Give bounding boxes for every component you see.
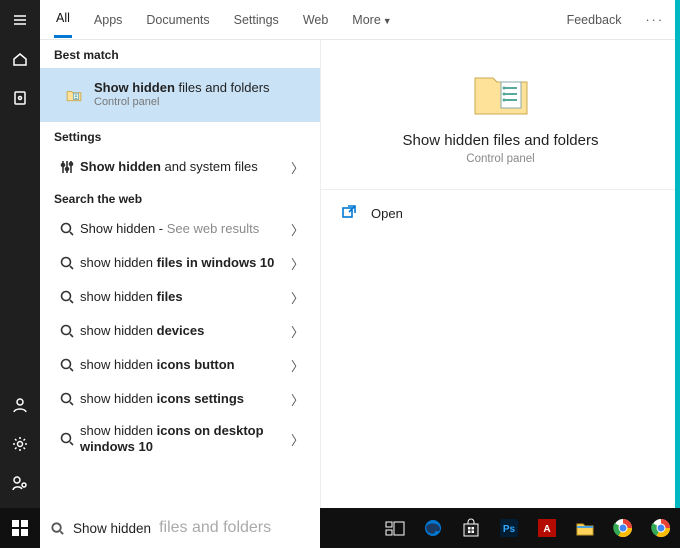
feedback-link[interactable]: Feedback — [565, 3, 624, 37]
photoshop-icon[interactable]: Ps — [490, 508, 528, 548]
chevron-right-icon[interactable]: 〉 — [285, 254, 310, 273]
preview-subtitle: Control panel — [337, 153, 664, 165]
svg-text:A: A — [543, 524, 550, 535]
search-icon — [54, 431, 80, 447]
result-web-4[interactable]: show hidden icons button 〉 — [40, 348, 320, 382]
preview-folder-icon — [337, 66, 664, 118]
section-settings: Settings — [40, 122, 320, 150]
open-icon — [341, 204, 357, 223]
preview-title: Show hidden files and folders — [337, 132, 664, 149]
tab-apps[interactable]: Apps — [92, 3, 125, 37]
power-icon[interactable] — [12, 475, 28, 496]
chevron-right-icon[interactable]: 〉 — [285, 356, 310, 375]
result-web-0[interactable]: Show hidden - See web results 〉 — [40, 212, 320, 246]
acrobat-icon[interactable]: A — [528, 508, 566, 548]
result-web-1[interactable]: show hidden files in windows 10 〉 — [40, 246, 320, 280]
tab-settings[interactable]: Settings — [232, 3, 281, 37]
svg-text:Ps: Ps — [503, 524, 516, 535]
result-web-2[interactable]: show hidden files 〉 — [40, 280, 320, 314]
folder-settings-icon — [54, 87, 94, 103]
result-web-6[interactable]: show hidden icons on desktop windows 10 … — [40, 416, 320, 463]
result-web-3[interactable]: show hidden devices 〉 — [40, 314, 320, 348]
search-tabs: All Apps Documents Settings Web More▼ Fe… — [40, 0, 680, 40]
account-icon[interactable] — [12, 397, 28, 418]
chevron-right-icon[interactable]: 〉 — [285, 430, 310, 449]
search-icon — [54, 255, 80, 271]
explorer-icon[interactable] — [566, 508, 604, 548]
search-typed-text: Show hidden — [73, 521, 151, 536]
section-web: Search the web — [40, 184, 320, 212]
search-icon — [54, 221, 80, 237]
result-best-match[interactable]: Show hidden files and folders Control pa… — [40, 68, 320, 122]
chrome-icon-2[interactable] — [642, 508, 680, 548]
tab-more[interactable]: More▼ — [350, 3, 393, 37]
search-icon — [54, 289, 80, 305]
sliders-icon — [54, 159, 80, 175]
chrome-icon-1[interactable] — [604, 508, 642, 548]
tab-documents[interactable]: Documents — [144, 3, 211, 37]
search-icon — [54, 391, 80, 407]
window-edge — [675, 0, 680, 508]
hamburger-icon[interactable] — [12, 12, 28, 33]
chevron-right-icon[interactable]: 〉 — [285, 220, 310, 239]
result-web-5[interactable]: show hidden icons settings 〉 — [40, 382, 320, 416]
store-icon[interactable] — [452, 508, 490, 548]
chevron-right-icon[interactable]: 〉 — [285, 288, 310, 307]
search-icon — [54, 323, 80, 339]
preview-pane: Show hidden files and folders Control pa… — [320, 40, 680, 508]
chevron-right-icon[interactable]: 〉 — [285, 158, 310, 177]
taskbar: Show hidden files and folders Ps A — [0, 508, 680, 548]
overflow-menu[interactable]: ··· — [644, 3, 667, 37]
search-suggestion-text: files and folders — [159, 519, 271, 537]
search-panel: All Apps Documents Settings Web More▼ Fe… — [40, 0, 680, 508]
result-setting-0[interactable]: Show hidden and system files 〉 — [40, 150, 320, 184]
taskbar-search[interactable]: Show hidden files and folders — [40, 508, 320, 548]
tab-web[interactable]: Web — [301, 3, 330, 37]
home-icon[interactable] — [12, 51, 28, 72]
taskview-icon[interactable] — [376, 508, 414, 548]
edge-icon[interactable] — [414, 508, 452, 548]
chevron-right-icon[interactable]: 〉 — [285, 390, 310, 409]
search-icon — [54, 357, 80, 373]
results-column: Best match Show hidden files and folders… — [40, 40, 320, 508]
tab-all[interactable]: All — [54, 1, 72, 38]
document-icon[interactable] — [12, 90, 28, 111]
chevron-right-icon[interactable]: 〉 — [285, 322, 310, 341]
gear-icon[interactable] — [12, 436, 28, 457]
open-action[interactable]: Open — [337, 190, 664, 237]
section-best-match: Best match — [40, 40, 320, 68]
start-button[interactable] — [0, 508, 40, 548]
start-rail — [0, 0, 40, 508]
